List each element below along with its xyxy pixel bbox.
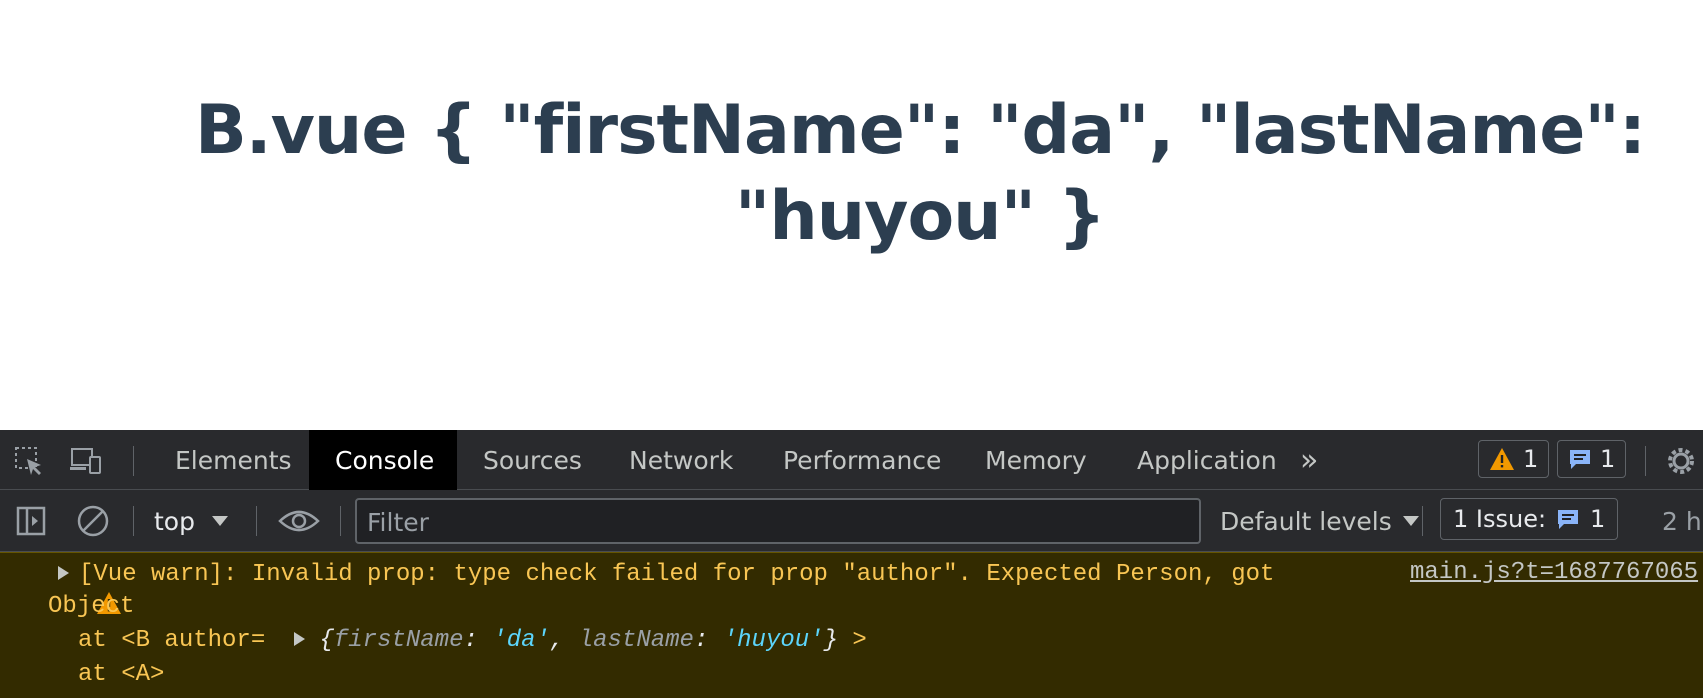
- tab-console[interactable]: Console: [309, 430, 457, 490]
- expand-message-toggle[interactable]: [58, 559, 69, 591]
- tab-sources[interactable]: Sources: [457, 430, 608, 490]
- console-warning-message: [Vue warn]: Invalid prop: type check fai…: [0, 552, 1703, 698]
- page-heading: B.vue { "firstName": "da", "lastName": "…: [160, 88, 1680, 260]
- console-toolbar: top Filter Default levels 1 Issue: 1 2 h: [0, 490, 1703, 552]
- object-open-brace: {: [319, 627, 334, 654]
- tabbar-separator: [133, 446, 134, 476]
- log-levels-label: Default levels: [1220, 506, 1392, 536]
- live-expression-eye-icon[interactable]: [278, 504, 320, 538]
- tab-elements[interactable]: Elements: [149, 430, 318, 490]
- context-value: top: [154, 506, 195, 536]
- object-close-brace: }: [823, 627, 838, 654]
- message-icon: [1570, 450, 1590, 469]
- toolbar-separator-3: [340, 506, 341, 536]
- chevron-down-icon: [1402, 516, 1419, 526]
- object-value-lastname: 'huyou': [722, 627, 824, 654]
- tab-memory[interactable]: Memory: [959, 430, 1113, 490]
- toolbar-separator-1: [133, 506, 134, 536]
- toolbar-separator-4: [1422, 506, 1423, 536]
- source-link[interactable]: main.js?t=1687767065: [1410, 559, 1698, 586]
- trace-prefix: at <B author=: [78, 627, 266, 654]
- issues-label: 1 Issue:: [1453, 505, 1547, 533]
- message-icon: [1558, 510, 1579, 529]
- object-value-firstname: 'da': [492, 627, 550, 654]
- clear-console-icon[interactable]: [76, 504, 110, 538]
- issues-count: 1: [1590, 505, 1606, 533]
- hidden-messages-count: 2 hi: [1662, 506, 1703, 536]
- warning-icon: [1490, 448, 1514, 470]
- heading-line-1: B.vue { "firstName": "da", "lastName":: [194, 91, 1646, 170]
- filter-input[interactable]: Filter: [355, 498, 1201, 544]
- tab-performance[interactable]: Performance: [757, 430, 967, 490]
- sidebar-toggle-icon[interactable]: [14, 504, 48, 538]
- warnings-badge[interactable]: 1: [1478, 440, 1550, 478]
- tabbar-separator-right: [1645, 446, 1646, 476]
- devtools-tabbar: Elements Console Sources Network Perform…: [0, 430, 1703, 490]
- context-selector[interactable]: top: [154, 502, 229, 540]
- heading-line-2: "huyou" }: [734, 177, 1106, 256]
- page-content: B.vue { "firstName": "da", "lastName": "…: [0, 0, 1703, 430]
- trace-line-2: at <A>: [78, 661, 165, 688]
- warning-text-line-1: [Vue warn]: Invalid prop: type check fai…: [79, 561, 1275, 588]
- device-toolbar-icon[interactable]: [68, 444, 102, 478]
- warnings-count: 1: [1523, 445, 1539, 473]
- log-levels-dropdown[interactable]: Default levels: [1220, 502, 1420, 540]
- more-tabs-button[interactable]: »: [1290, 430, 1328, 490]
- chevron-down-icon: [211, 516, 228, 526]
- object-key-firstname: firstName: [333, 627, 464, 654]
- expand-triangle-icon: [58, 566, 69, 580]
- object-key-lastname: lastName: [578, 627, 694, 654]
- messages-count: 1: [1600, 445, 1616, 473]
- warning-text-line-2: Object: [48, 593, 135, 620]
- inspect-element-icon[interactable]: [12, 444, 46, 478]
- tab-application[interactable]: Application: [1111, 430, 1303, 490]
- tab-network[interactable]: Network: [603, 430, 759, 490]
- messages-badge[interactable]: 1: [1557, 440, 1627, 478]
- toolbar-separator-2: [256, 506, 257, 536]
- issues-button[interactable]: 1 Issue: 1: [1440, 498, 1619, 540]
- expand-object-icon[interactable]: [294, 632, 306, 646]
- trace-suffix: >: [852, 627, 867, 654]
- devtools-panel: Elements Console Sources Network Perform…: [0, 430, 1703, 698]
- settings-gear-icon[interactable]: [1664, 444, 1698, 478]
- trace-line-1: at <B author= {firstName: 'da', lastName…: [78, 627, 867, 654]
